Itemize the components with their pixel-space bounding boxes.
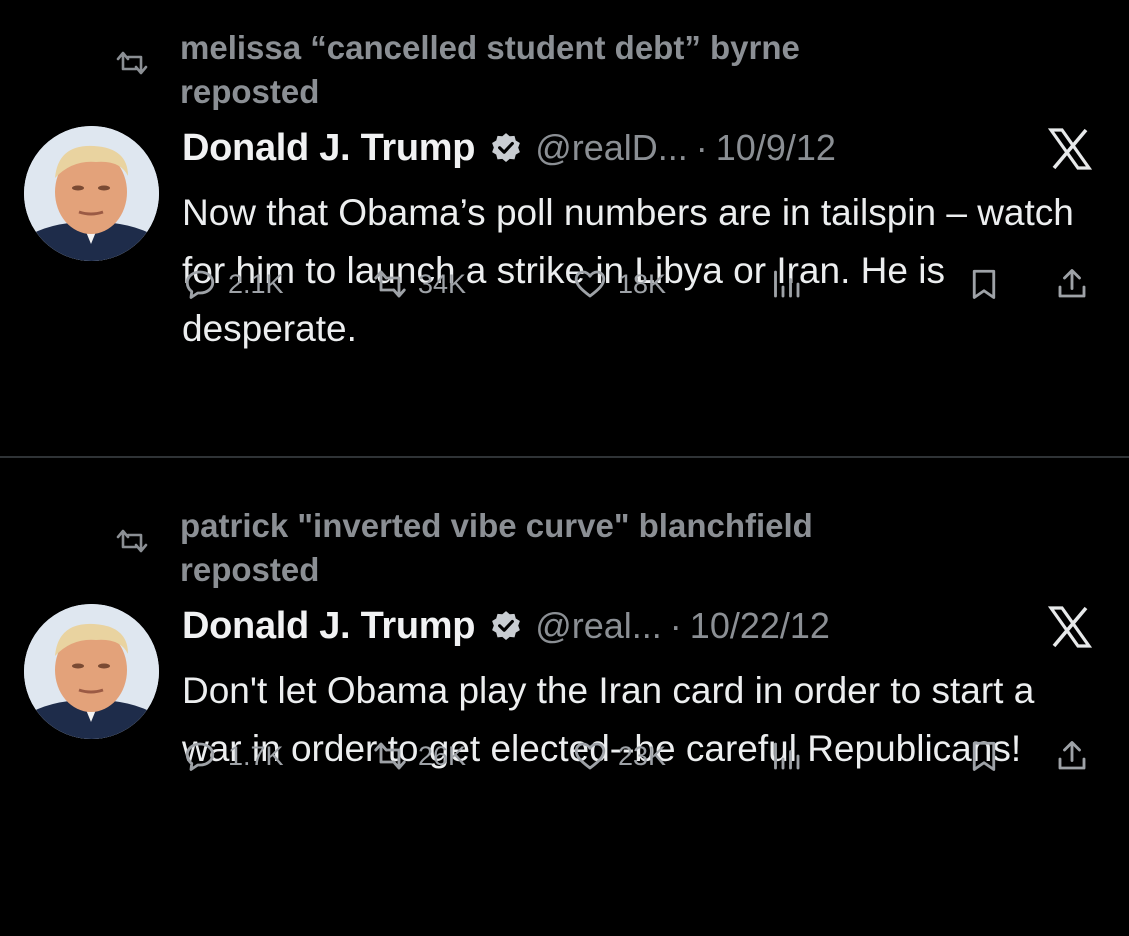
avatar[interactable] <box>24 126 159 261</box>
repost-count: 26K <box>418 740 467 771</box>
tweet[interactable]: patrick "inverted vibe curve" blanchfiel… <box>0 478 1129 936</box>
reply-button[interactable]: 1.7K <box>182 738 284 774</box>
views-icon <box>774 270 800 298</box>
reply-button[interactable]: 2.1K <box>182 266 284 302</box>
share-icon <box>1058 269 1086 298</box>
separator-dot: · <box>669 605 682 646</box>
tweet-date[interactable]: 10/22/12 <box>690 605 830 647</box>
avatar-portrait-image <box>24 604 159 739</box>
bookmark-icon <box>972 269 996 299</box>
reply-icon <box>185 270 215 299</box>
repost-icon <box>116 51 148 75</box>
bookmark-button[interactable] <box>966 738 1002 774</box>
like-count: 23K <box>618 740 667 771</box>
x-logo-icon <box>1048 606 1092 648</box>
tweet-divider <box>0 456 1129 458</box>
verified-badge-icon <box>492 133 521 163</box>
retweet-icon <box>374 270 406 298</box>
retweet-icon <box>374 742 406 770</box>
reply-count: 1.7K <box>228 740 284 771</box>
reply-icon <box>185 742 215 771</box>
x-logo-icon <box>1048 128 1092 170</box>
repost-context: patrick "inverted vibe curve" blanchfiel… <box>114 504 880 592</box>
tweet-actions: 2.1K 34K 18K <box>182 266 1112 306</box>
share-button[interactable] <box>1054 738 1090 774</box>
like-button[interactable]: 18K <box>572 266 666 302</box>
author-name[interactable]: Donald J. Trump <box>182 605 476 648</box>
bookmark-icon <box>972 741 996 771</box>
heart-icon <box>574 742 606 770</box>
repost-count: 34K <box>418 268 467 299</box>
share-icon <box>1058 741 1086 770</box>
heart-icon <box>574 270 606 298</box>
bookmark-button[interactable] <box>966 266 1002 302</box>
like-button[interactable]: 23K <box>572 738 666 774</box>
avatar-portrait-image <box>24 126 159 261</box>
repost-icon <box>116 529 148 553</box>
reposted-by-text[interactable]: patrick "inverted vibe curve" blanchfiel… <box>180 504 880 592</box>
reposted-by-text[interactable]: melissa “cancelled student debt” byrne r… <box>180 26 880 114</box>
repost-button[interactable]: 26K <box>372 738 466 774</box>
views-icon <box>774 742 800 770</box>
author-handle[interactable]: @realD... <box>535 127 688 169</box>
avatar[interactable] <box>24 604 159 739</box>
tweet-actions: 1.7K 26K 23K <box>182 738 1112 778</box>
share-button[interactable] <box>1054 266 1090 302</box>
tweet[interactable]: melissa “cancelled student debt” byrne r… <box>0 0 1129 456</box>
views-button[interactable] <box>768 266 804 302</box>
separator-dot: · <box>695 127 708 168</box>
repost-button[interactable]: 34K <box>372 266 466 302</box>
verified-badge-icon <box>492 611 521 641</box>
author-name[interactable]: Donald J. Trump <box>182 127 476 170</box>
author-handle[interactable]: @real... <box>535 605 662 647</box>
tweet-date[interactable]: 10/9/12 <box>716 127 836 169</box>
reply-count: 2.1K <box>228 268 284 299</box>
like-count: 18K <box>618 268 667 299</box>
repost-context: melissa “cancelled student debt” byrne r… <box>114 26 880 114</box>
timeline-feed: melissa “cancelled student debt” byrne r… <box>0 0 1129 936</box>
views-button[interactable] <box>768 738 804 774</box>
